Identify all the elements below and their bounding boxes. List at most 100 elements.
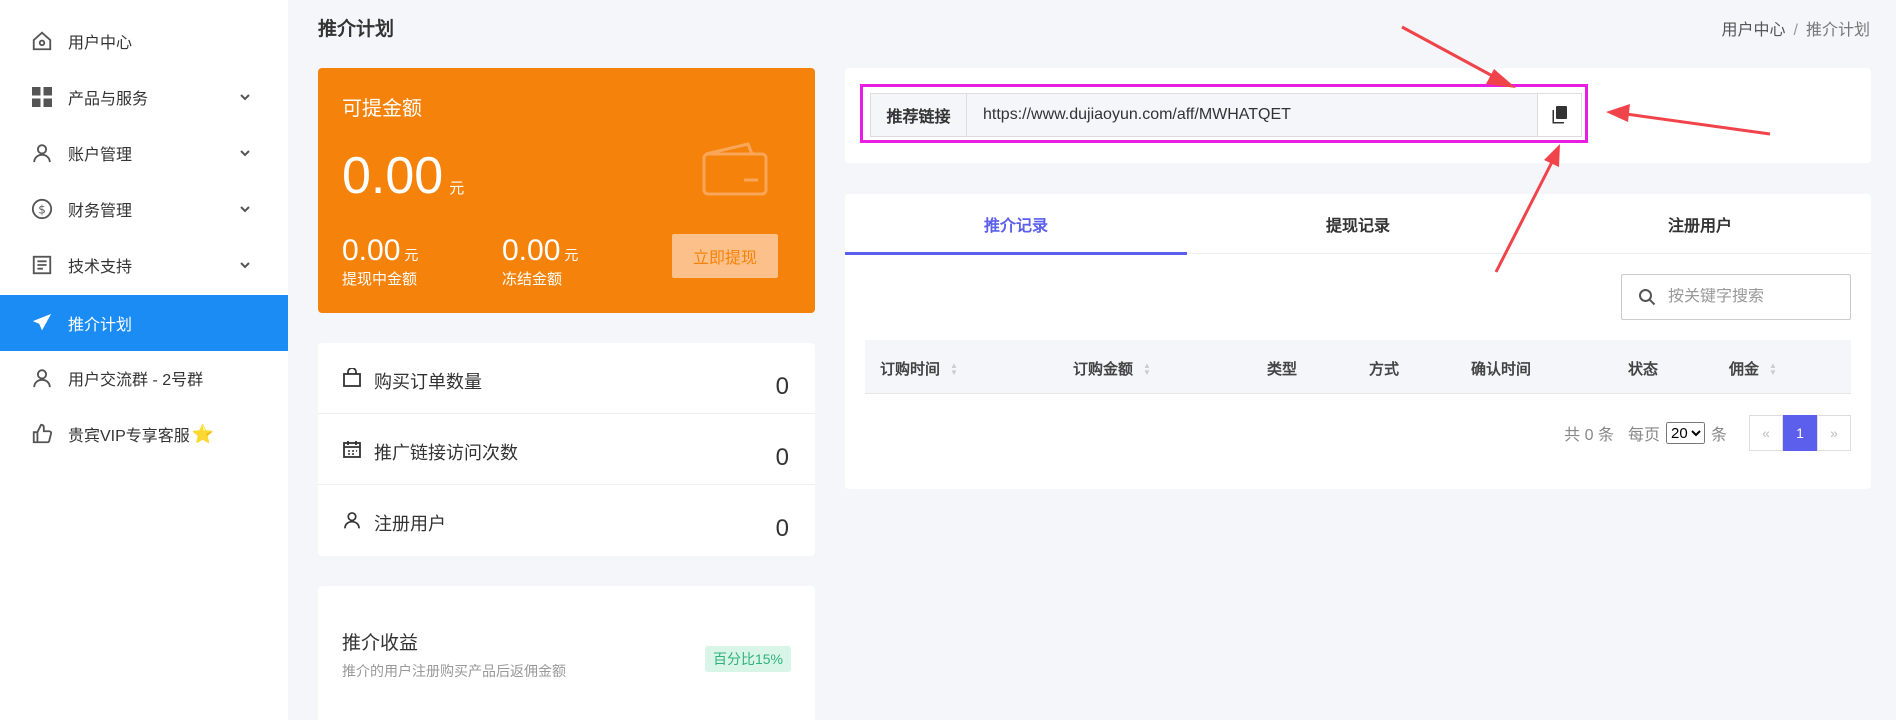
withdrawing-amount: 0.00 元 提现中金额: [342, 234, 418, 289]
document-icon: [30, 253, 54, 277]
frozen-value: 0.00: [502, 234, 561, 267]
referral-link-card: 推荐链接: [845, 68, 1871, 163]
records-card: 推介记录 提现记录 注册用户 订购时间▲▼ 订购金额▲▼ 类型 方式 确认时间 …: [845, 194, 1871, 489]
pagination: 共 0 条 每页 20 条 « 1 »: [1564, 415, 1851, 451]
stat-link-visits: 推广链接访问次数 0: [318, 414, 815, 485]
calendar-icon: [342, 439, 362, 459]
breadcrumb-home[interactable]: 用户中心: [1722, 22, 1786, 39]
earnings-description: 推介的用户注册购买产品后返佣金额: [342, 663, 566, 679]
balance-amount-value: 0.00: [342, 147, 444, 205]
star-icon: ⭐: [191, 423, 215, 444]
sidebar-item-products[interactable]: 产品与服务: [0, 69, 288, 125]
stat-label: 注册用户: [374, 514, 446, 534]
chevron-down-icon: [236, 144, 254, 162]
breadcrumb: 用户中心 / 推介计划: [1722, 16, 1870, 40]
search-icon: [1639, 289, 1656, 306]
home-icon: [30, 29, 54, 53]
frozen-amount: 0.00 元 冻结金额: [502, 234, 578, 289]
commission-badge: 百分比15%: [704, 646, 791, 672]
sidebar-item-finance[interactable]: $ 财务管理: [0, 181, 288, 237]
column-type: 类型: [1267, 361, 1298, 378]
thumbs-up-icon: [30, 422, 54, 446]
wallet-icon: [702, 142, 768, 196]
sidebar-item-group[interactable]: 用户交流群 - 2号群: [0, 350, 288, 406]
sort-icon[interactable]: ▲ ▼: [1769, 361, 1777, 376]
sidebar-item-referral[interactable]: 推介计划: [0, 295, 288, 351]
sidebar-item-label: 财务管理: [68, 203, 133, 220]
sort-icon[interactable]: ▲ ▼: [950, 361, 958, 376]
user-icon: [30, 366, 54, 390]
records-tabs: 推介记录 提现记录 注册用户: [845, 194, 1871, 255]
breadcrumb-separator: /: [1793, 22, 1798, 39]
stat-value: 0: [775, 444, 789, 471]
copy-button[interactable]: [1537, 94, 1581, 136]
referral-link-group: 推荐链接: [870, 93, 1582, 137]
page-1-button[interactable]: 1: [1783, 415, 1817, 451]
earnings-title: 推介收益: [342, 633, 419, 654]
sidebar-item-label: 账户管理: [68, 147, 133, 164]
per-page-select[interactable]: 20: [1665, 422, 1705, 444]
sidebar-item-label: 用户交流群 - 2号群: [68, 372, 204, 389]
tab-withdraw-records[interactable]: 提现记录: [1187, 194, 1529, 254]
stat-orders: 购买订单数量 0: [318, 343, 815, 414]
search-box: [1621, 274, 1851, 320]
withdraw-button[interactable]: 立即提现: [672, 234, 778, 278]
svg-text:$: $: [38, 203, 46, 217]
sidebar: 用户中心 产品与服务 账户管理 $ 财务管理 技术支持 推介计划 用户交流群 -…: [0, 0, 288, 720]
chevron-down-icon: [236, 200, 254, 218]
per-page-suffix: 条: [1710, 427, 1727, 444]
balance-card: 可提金额 0.00 元 0.00 元 提现中金额 0.00 元 冻结金额 立即提现: [318, 68, 815, 313]
column-order-time[interactable]: 订购时间 ▲ ▼: [880, 358, 958, 379]
per-page-label: 每页: [1627, 427, 1660, 444]
sidebar-item-user-center[interactable]: 用户中心: [0, 13, 288, 69]
referral-link-label: 推荐链接: [871, 94, 967, 136]
withdrawing-value: 0.00: [342, 234, 401, 267]
column-method: 方式: [1369, 361, 1400, 378]
sidebar-item-label: 推介计划: [68, 317, 133, 334]
grid-icon: [30, 85, 54, 109]
copy-icon: [1552, 106, 1567, 124]
sidebar-item-vip[interactable]: 贵宾VIP专享客服 ⭐: [0, 406, 288, 462]
page-title: 推介计划: [318, 19, 395, 40]
total-count: 共 0 条: [1564, 427, 1614, 444]
breadcrumb-current: 推介计划: [1805, 22, 1870, 39]
frozen-label: 冻结金额: [502, 271, 563, 288]
column-confirm-time: 确认时间: [1471, 361, 1532, 378]
sort-icon[interactable]: ▲ ▼: [1143, 361, 1151, 376]
balance-amount: 0.00 元: [342, 146, 464, 206]
column-order-amount[interactable]: 订购金额 ▲ ▼: [1073, 358, 1151, 379]
column-status: 状态: [1628, 361, 1659, 378]
balance-amount-unit: 元: [449, 180, 465, 197]
sidebar-item-label: 技术支持: [68, 259, 133, 276]
balance-title: 可提金额: [342, 98, 422, 120]
withdrawing-label: 提现中金额: [342, 271, 418, 288]
stat-value: 0: [775, 373, 789, 400]
stat-label: 推广链接访问次数: [374, 443, 518, 463]
tab-registered-users[interactable]: 注册用户: [1529, 194, 1871, 254]
dollar-circle-icon: $: [30, 197, 54, 221]
table-header: 订购时间 ▲ ▼ 订购金额 ▲ ▼ 类型 方式 确认时间 状态 佣金 ▲ ▼: [865, 340, 1851, 394]
earnings-card: 推介收益 推介的用户注册购买产品后返佣金额 百分比15%: [318, 586, 815, 720]
sidebar-item-label: 产品与服务: [68, 91, 149, 108]
user-icon: [342, 510, 362, 530]
chevron-down-icon: [236, 256, 254, 274]
stat-registered-users: 注册用户 0: [318, 485, 815, 556]
sidebar-item-support[interactable]: 技术支持: [0, 237, 288, 293]
tab-referral-records[interactable]: 推介记录: [845, 194, 1187, 255]
sidebar-item-label: 贵宾VIP专享客服: [68, 428, 190, 445]
shopping-bag-icon: [342, 367, 362, 388]
stats-card: 购买订单数量 0 推广链接访问次数 0 注册用户 0: [318, 343, 815, 556]
referral-link-field[interactable]: [967, 94, 1537, 136]
withdrawing-unit: 元: [404, 247, 419, 263]
stat-label: 购买订单数量: [374, 372, 482, 392]
prev-page-button[interactable]: «: [1749, 415, 1783, 451]
chevron-down-icon: [236, 88, 254, 106]
sidebar-item-account[interactable]: 账户管理: [0, 125, 288, 181]
search-input[interactable]: [1668, 288, 1838, 306]
frozen-unit: 元: [564, 247, 579, 263]
sidebar-item-label: 用户中心: [68, 35, 133, 52]
column-commission[interactable]: 佣金 ▲ ▼: [1729, 358, 1777, 379]
next-page-button[interactable]: »: [1817, 415, 1851, 451]
paper-plane-icon: [30, 311, 54, 335]
user-icon: [30, 141, 54, 165]
